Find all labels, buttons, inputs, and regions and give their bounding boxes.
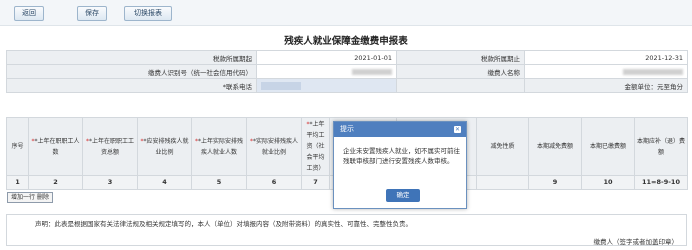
close-icon[interactable]: ✕	[454, 126, 461, 133]
dialog-header: 提示 ✕	[334, 122, 466, 137]
modal-overlay: 提示 ✕ 企业未安置残疾人就业，如不属实可前往残联审核部门进行安置残疾人数审核。…	[0, 0, 692, 250]
ok-button[interactable]: 确定	[386, 189, 420, 202]
alert-dialog: 提示 ✕ 企业未安置残疾人就业，如不属实可前往残联审核部门进行安置残疾人数审核。…	[333, 121, 467, 209]
dialog-message: 企业未安置残疾人就业，如不属实可前往残联审核部门进行安置残疾人数审核。	[343, 147, 460, 165]
dialog-title: 提示	[340, 125, 354, 133]
